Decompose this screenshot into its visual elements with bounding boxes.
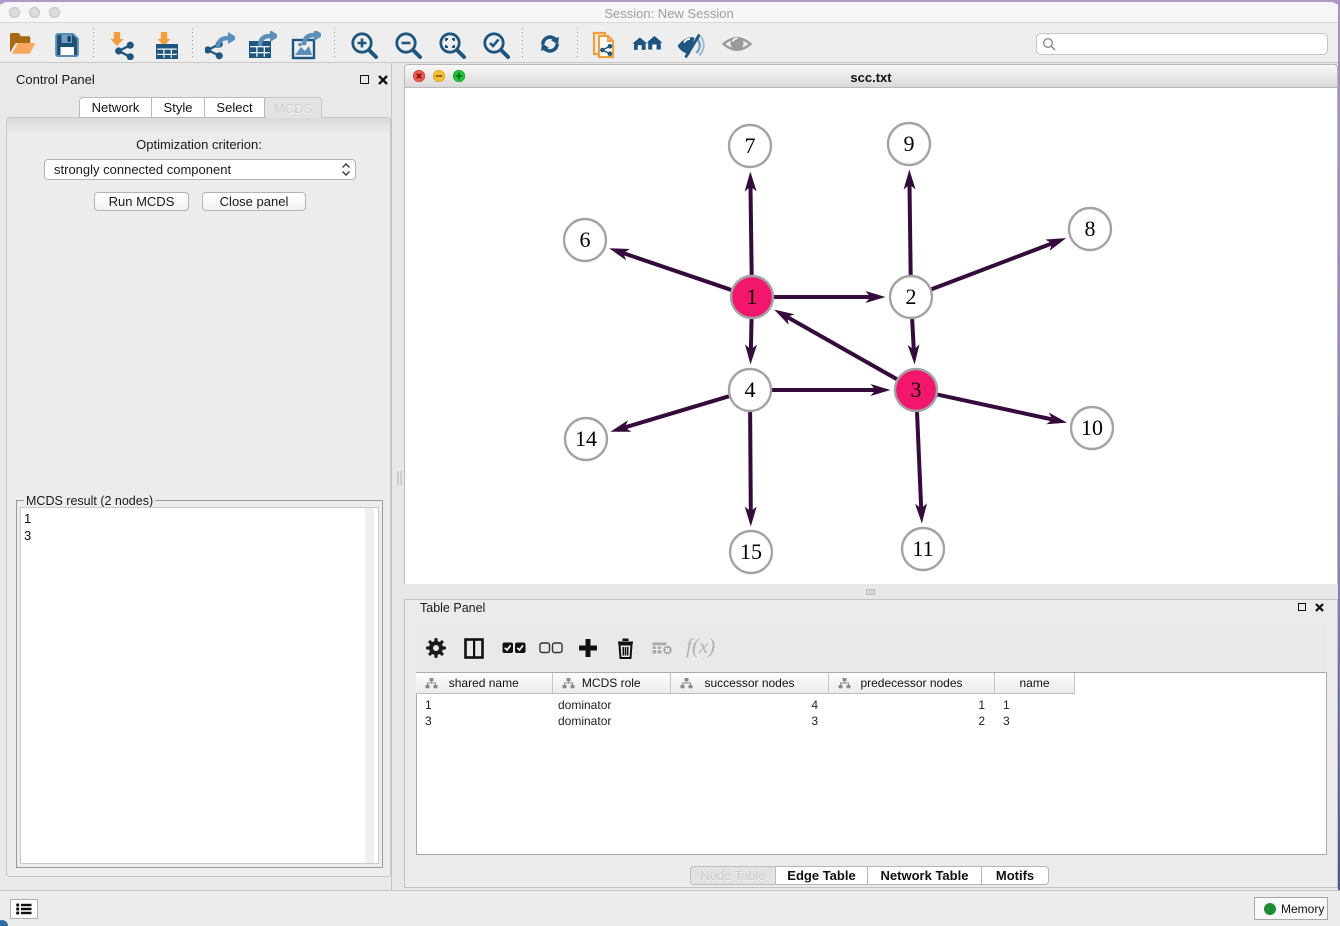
svg-text:6: 6 bbox=[580, 227, 591, 252]
svg-text:4: 4 bbox=[745, 377, 756, 402]
svg-text:8: 8 bbox=[1085, 216, 1096, 241]
svg-text:2: 2 bbox=[906, 284, 917, 309]
svg-text:3: 3 bbox=[911, 377, 922, 402]
svg-text:1: 1 bbox=[747, 284, 758, 309]
svg-text:14: 14 bbox=[575, 426, 597, 451]
svg-text:9: 9 bbox=[904, 131, 915, 156]
svg-text:7: 7 bbox=[745, 133, 756, 158]
svg-text:15: 15 bbox=[740, 539, 762, 564]
svg-text:10: 10 bbox=[1081, 415, 1103, 440]
svg-text:11: 11 bbox=[912, 536, 933, 561]
